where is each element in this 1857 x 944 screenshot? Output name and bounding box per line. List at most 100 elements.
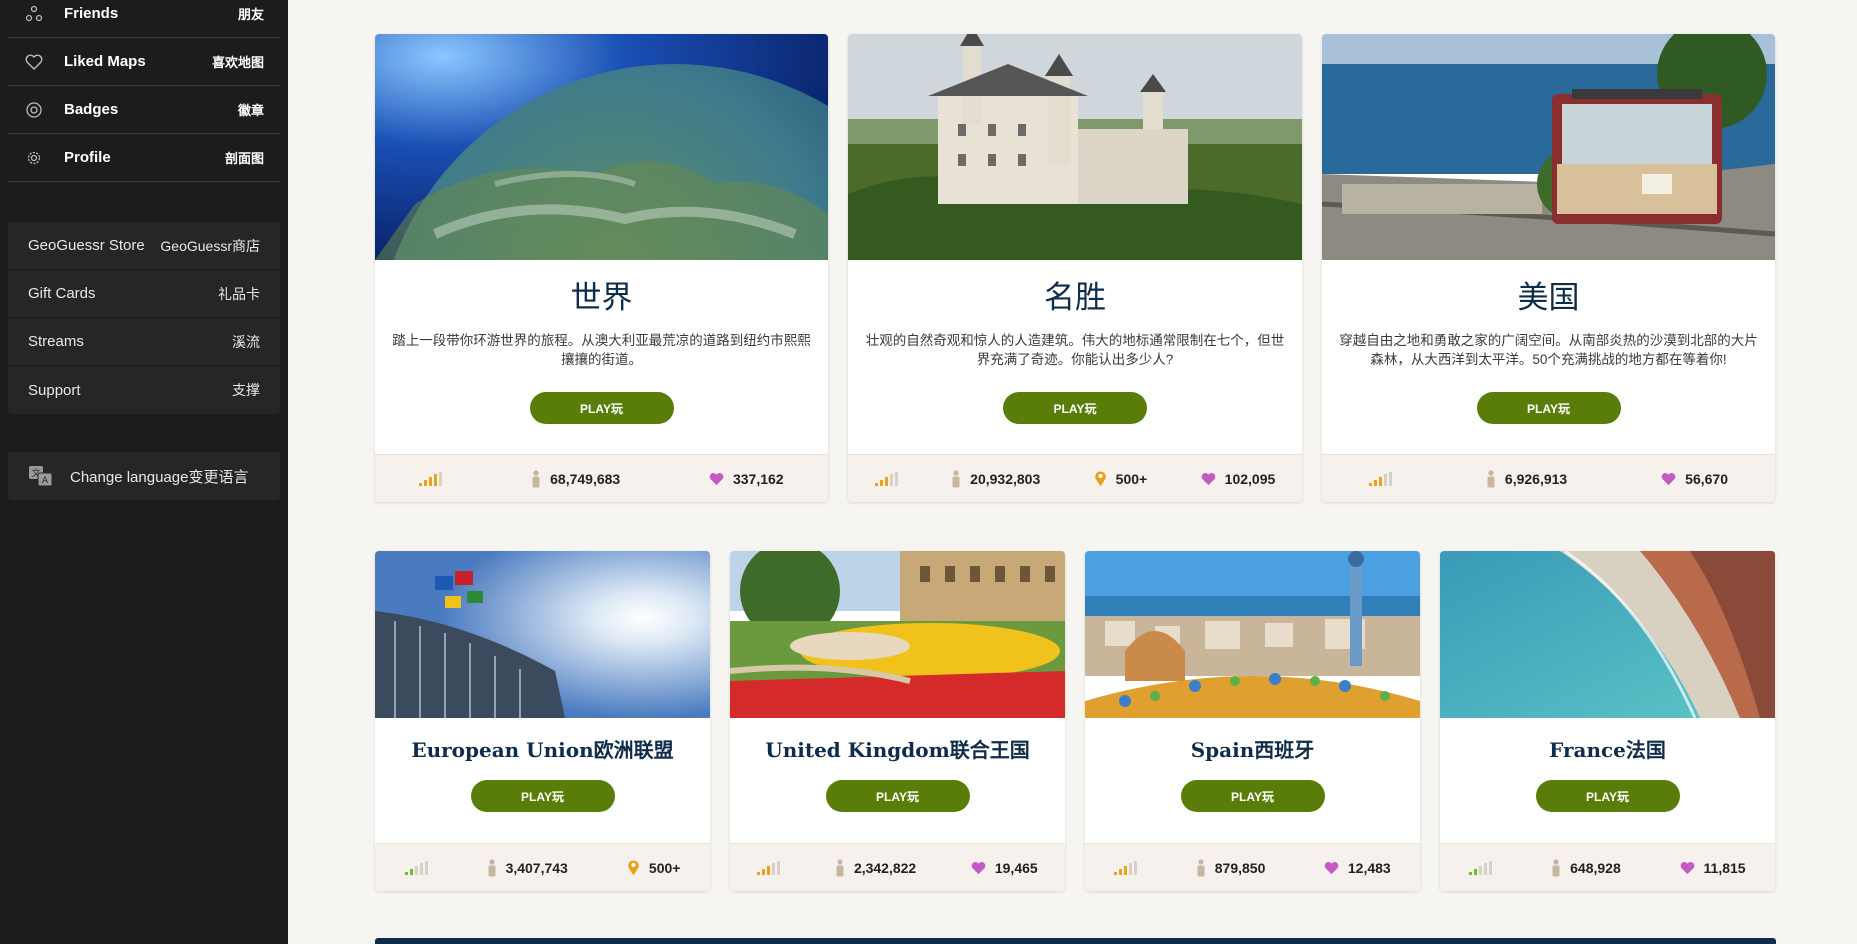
sidebar-item-label: Badges xyxy=(64,101,119,118)
map-card-european-union[interactable]: European Union欧洲联盟 PLAY玩 3,407,743 500+ xyxy=(375,551,710,891)
change-language-label: Change language变更语言 xyxy=(70,468,249,486)
card-image-uk-gardens xyxy=(730,551,1065,718)
location-pin-icon xyxy=(1094,471,1106,487)
locations-stat: 500+ xyxy=(1094,470,1147,487)
person-icon xyxy=(1197,858,1205,876)
difficulty-icon xyxy=(1114,860,1138,875)
plays-stat: 68,749,683 xyxy=(531,469,621,488)
friends-icon xyxy=(24,4,44,24)
person-icon xyxy=(532,469,540,487)
difficulty-icon xyxy=(1469,860,1493,875)
plays-count: 2,342,822 xyxy=(853,859,917,876)
plays-stat: 2,342,822 xyxy=(835,858,917,877)
card-description: 穿越自由之地和勇敢之家的广阔空间。从南部炎热的沙漠到北部的大片森林，从大西洋到太… xyxy=(1339,333,1758,367)
next-section-edge xyxy=(375,938,1776,944)
card-title: European Union欧洲联盟 xyxy=(411,738,674,762)
heart-icon xyxy=(1201,472,1215,485)
card-title: 美国 xyxy=(1517,280,1580,316)
sidebar-item-cn-label: 剖面图 xyxy=(224,151,264,166)
svg-text:A: A xyxy=(42,476,49,486)
heart-outline-icon xyxy=(24,52,44,72)
sidebar-item-label: Liked Maps xyxy=(64,53,146,70)
map-card-france[interactable]: France法国 PLAY玩 648,928 11,815 xyxy=(1440,551,1775,891)
person-icon xyxy=(952,469,960,487)
plays-stat: 648,928 xyxy=(1551,858,1621,877)
link-label: Gift Cards xyxy=(28,285,96,302)
card-stats: 2,342,822 19,465 xyxy=(730,843,1065,891)
likes-stat: 56,670 xyxy=(1661,471,1728,487)
sidebar-item-profile[interactable]: Profile 剖面图 xyxy=(8,134,280,182)
map-card-world[interactable]: 世界 踏上一段带你环游世界的旅程。从澳大利亚最荒凉的道路到纽约市熙熙攘攘的街道。… xyxy=(375,34,828,502)
card-image-eu-parliament xyxy=(375,551,710,718)
difficulty-icon xyxy=(419,471,443,486)
card-title: 世界 xyxy=(570,280,633,316)
card-description: 壮观的自然奇观和惊人的人造建筑。伟大的地标通常限制在七个，但世界充满了奇迹。你能… xyxy=(865,333,1285,367)
locations-count: 500+ xyxy=(648,859,681,876)
sidebar-item-friends[interactable]: Friends 朋友 xyxy=(8,0,280,38)
play-button[interactable]: PLAY玩 xyxy=(1535,780,1680,812)
heart-icon xyxy=(1680,861,1694,874)
plays-count: 3,407,743 xyxy=(505,859,568,876)
play-button[interactable]: PLAY玩 xyxy=(1180,780,1325,812)
person-icon xyxy=(836,858,844,876)
likes-count: 12,483 xyxy=(1347,859,1391,876)
card-image-castle xyxy=(848,34,1302,260)
link-label: Streams xyxy=(28,333,84,350)
plays-count: 879,850 xyxy=(1214,859,1266,876)
card-stats: 648,928 11,815 xyxy=(1440,843,1775,891)
link-support[interactable]: Support 支撑 xyxy=(8,366,280,414)
card-title: Spain西班牙 xyxy=(1190,738,1315,762)
person-icon xyxy=(488,858,496,876)
gear-icon xyxy=(24,148,44,168)
link-gift-cards[interactable]: Gift Cards 礼品卡 xyxy=(8,270,280,318)
card-stats: 6,926,913 56,670 xyxy=(1322,454,1775,502)
heart-icon xyxy=(971,861,986,874)
likes-stat: 337,162 xyxy=(709,471,784,487)
card-image-nice-beach xyxy=(1440,551,1775,718)
link-label: Support xyxy=(28,381,81,399)
play-button[interactable]: PLAY玩 xyxy=(825,780,970,812)
play-button[interactable]: PLAY玩 xyxy=(529,392,674,424)
card-stats: 879,850 12,483 xyxy=(1085,843,1420,891)
heart-icon xyxy=(1661,472,1676,485)
sidebar-item-label: Friends xyxy=(64,5,119,22)
play-button[interactable]: PLAY玩 xyxy=(1476,392,1621,424)
likes-stat: 11,815 xyxy=(1680,860,1746,876)
sidebar-item-badges[interactable]: Badges 徽章 xyxy=(8,86,280,134)
plays-stat: 6,926,913 xyxy=(1486,469,1567,488)
plays-stat: 879,850 xyxy=(1196,858,1266,877)
sidebar-item-liked-maps[interactable]: Liked Maps 喜欢地图 xyxy=(8,38,280,86)
plays-stat: 20,932,803 xyxy=(951,469,1040,488)
plays-stat: 3,407,743 xyxy=(487,858,568,877)
play-button[interactable]: PLAY玩 xyxy=(1003,392,1147,424)
likes-count: 19,465 xyxy=(994,859,1038,876)
plays-count: 68,749,683 xyxy=(550,470,621,487)
likes-count: 102,095 xyxy=(1224,470,1276,487)
likes-count: 11,815 xyxy=(1703,859,1746,876)
difficulty-icon xyxy=(874,471,898,486)
link-store[interactable]: GeoGuessr Store GeoGuessr商店 xyxy=(8,222,280,270)
map-card-united-kingdom[interactable]: United Kingdom联合王国 PLAY玩 2,342,822 19,46… xyxy=(730,551,1065,891)
card-title: 名胜 xyxy=(1044,280,1106,316)
card-image-earth xyxy=(375,34,828,260)
map-card-famous-places[interactable]: 名胜 壮观的自然奇观和惊人的人造建筑。伟大的地标通常限制在七个，但世界充满了奇迹… xyxy=(848,34,1302,502)
link-label: GeoGuessr Store xyxy=(28,237,145,254)
likes-stat: 19,465 xyxy=(971,860,1038,876)
card-title: United Kingdom联合王国 xyxy=(765,738,1030,762)
play-button[interactable]: PLAY玩 xyxy=(470,780,615,812)
difficulty-icon xyxy=(1368,471,1392,486)
link-cn-label: GeoGuessr商店 xyxy=(160,237,260,254)
card-description: 踏上一段带你环游世界的旅程。从澳大利亚最荒凉的道路到纽约市熙熙攘攘的街道。 xyxy=(392,333,811,367)
card-stats: 3,407,743 500+ xyxy=(375,843,710,891)
map-card-spain[interactable]: Spain西班牙 PLAY玩 879,850 12,483 xyxy=(1085,551,1420,891)
likes-stat: 102,095 xyxy=(1201,470,1276,487)
link-streams[interactable]: Streams 溪流 xyxy=(8,318,280,366)
card-stats: 68,749,683 337,162 xyxy=(375,454,828,502)
sidebar-item-cn-label: 喜欢地图 xyxy=(211,55,264,70)
likes-count: 337,162 xyxy=(732,470,784,487)
difficulty-icon xyxy=(757,860,781,875)
badge-icon xyxy=(24,100,44,120)
sidebar: Friends 朋友 Liked Maps 喜欢地图 Badges 徽章 Pro… xyxy=(0,0,288,944)
change-language-button[interactable]: 文A Change language变更语言 xyxy=(8,452,280,500)
map-card-usa[interactable]: 美国 穿越自由之地和勇敢之家的广阔空间。从南部炎热的沙漠到北部的大片森林，从大西… xyxy=(1322,34,1775,502)
